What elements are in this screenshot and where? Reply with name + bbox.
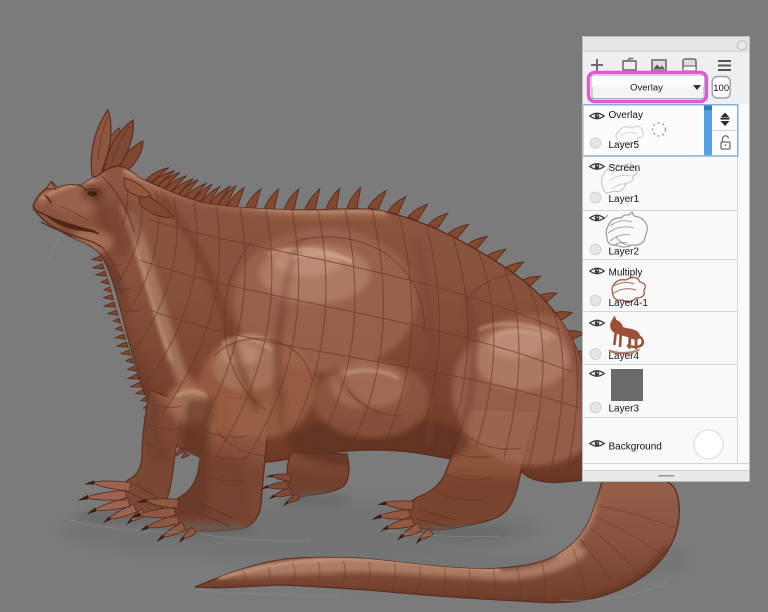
svg-text:Overlay: Overlay — [630, 83, 663, 94]
svg-text:Layer5: Layer5 — [609, 140, 640, 151]
svg-text:Screen: Screen — [609, 163, 641, 174]
svg-text:Layer3: Layer3 — [609, 404, 640, 415]
svg-text:Layer2: Layer2 — [609, 247, 640, 258]
svg-text:Layer4-1: Layer4-1 — [609, 298, 649, 309]
svg-text:Background: Background — [609, 442, 662, 453]
svg-text:Layer4: Layer4 — [609, 351, 640, 362]
svg-text:Multiply: Multiply — [609, 268, 643, 279]
svg-text:Layer1: Layer1 — [609, 194, 640, 205]
svg-text:100: 100 — [713, 83, 729, 94]
svg-text:Overlay: Overlay — [609, 110, 643, 121]
